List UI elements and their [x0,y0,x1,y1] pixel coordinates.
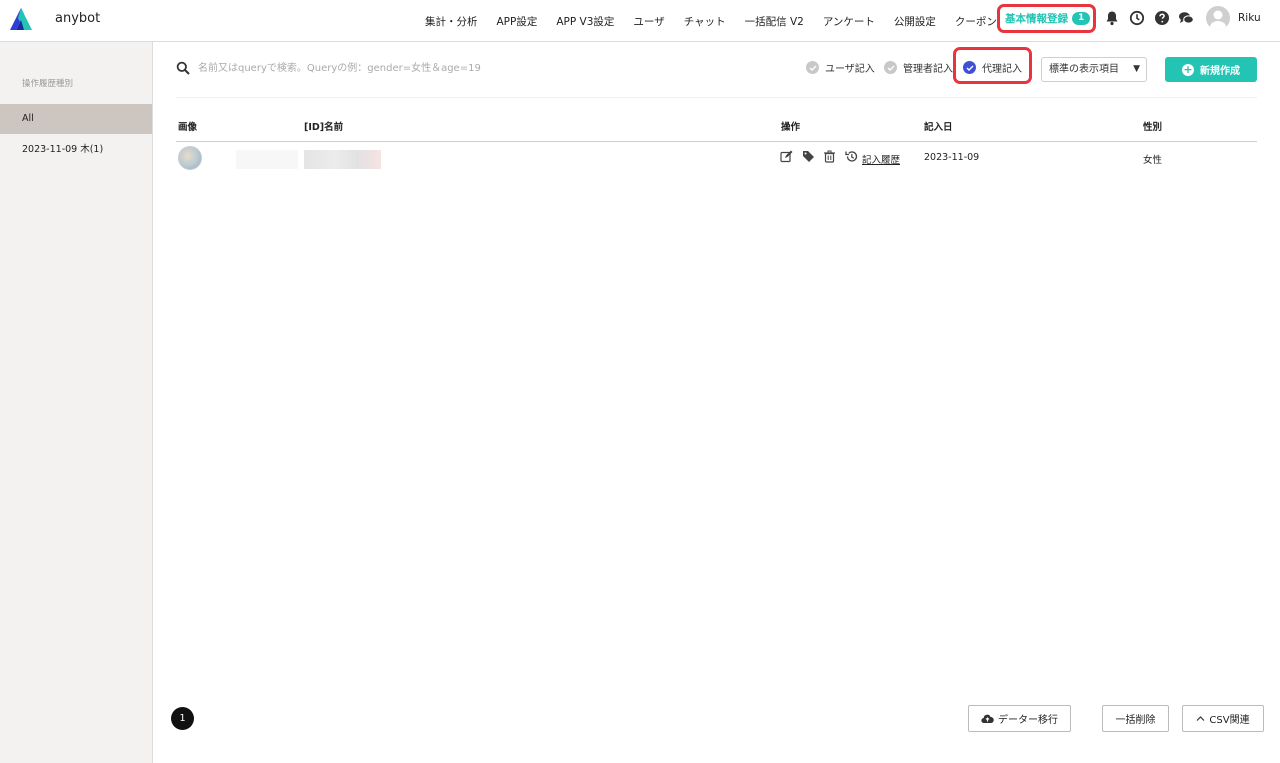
filter-user-entry[interactable]: ユーザ記入 [806,60,875,75]
column-header-name[interactable]: [ID]名前 [304,119,343,133]
nav-item-coupon[interactable]: クーポン [955,14,997,29]
sidebar-heading: 操作履歴種別 [22,79,74,89]
pagination-page-1[interactable]: 1 [171,707,194,730]
search-input[interactable] [198,57,598,79]
help-icon[interactable] [1154,10,1170,26]
bulk-delete-button[interactable]: 一括削除 [1102,705,1169,732]
display-items-select[interactable]: 標準の表示項目 ▼ [1041,57,1147,82]
csv-menu-button[interactable]: CSV関連 [1182,705,1264,732]
nav-item-chat[interactable]: チャット [684,14,726,29]
search-icon [176,61,190,75]
nav-item-app-v3-settings[interactable]: APP V3設定 [556,14,614,29]
divider [176,97,1257,98]
clock-icon[interactable] [1129,10,1145,26]
blurred-name[interactable] [304,150,381,169]
brand-name[interactable]: anybot [55,11,100,26]
csv-menu-label: CSV関連 [1209,715,1250,726]
nav-item-basic-info[interactable]: 基本情報登録 1 [997,4,1096,33]
user-silhouette-icon [1210,10,1226,30]
highlight-annotation [953,47,1032,84]
caret-down-icon: ▼ [1133,64,1140,74]
chevron-up-icon [1196,716,1205,721]
nav-item-bulk-delivery[interactable]: 一括配信 V2 [745,14,804,29]
filter-user-entry-label: ユーザ記入 [825,64,875,75]
data-migrate-button[interactable]: データー移行 [968,705,1071,732]
main-nav: 集計・分析 APP設定 APP V3設定 ユーザ チャット 一括配信 V2 アン… [425,0,1016,42]
bulk-delete-label: 一括削除 [1115,715,1156,726]
nav-item-survey[interactable]: アンケート [823,14,875,29]
sidebar: 操作履歴種別 All 2023-11-09 木(1) [0,42,153,763]
filter-admin-entry[interactable]: 管理者記入 [884,60,953,75]
column-header-image: 画像 [178,122,198,133]
row-entry-date: 2023-11-09 [924,152,980,163]
sidebar-item-date[interactable]: 2023-11-09 木(1) [0,135,152,165]
column-header-operations: 操作 [781,122,801,133]
data-migrate-label: データー移行 [998,715,1058,726]
chat-icon[interactable] [1178,10,1194,26]
column-header-gender[interactable]: 性別 [1143,119,1162,133]
nav-item-app-settings[interactable]: APP設定 [497,14,538,29]
create-new-label: 新規作成 [1200,66,1240,77]
anybot-logo-icon[interactable] [10,8,32,30]
column-header-date[interactable]: 記入日 [924,119,953,133]
user-name[interactable]: Riku [1238,12,1261,24]
blurred-id [236,150,298,169]
filter-admin-entry-label: 管理者記入 [903,64,953,75]
tag-icon[interactable] [802,150,815,163]
trash-icon[interactable] [823,150,836,163]
nav-badge: 1 [1072,12,1091,25]
entry-history-link[interactable]: 記入履歴 [862,152,900,166]
sidebar-item-all[interactable]: All [0,104,152,134]
row-gender: 女性 [1143,155,1163,166]
nav-item-users[interactable]: ユーザ [633,14,664,29]
user-avatar[interactable] [1206,6,1230,30]
row-avatar-image [178,146,202,170]
nav-item-basic-info-label: 基本情報登録 [1005,13,1068,25]
check-circle-icon [806,61,819,74]
check-circle-icon [884,61,897,74]
top-navbar: anybot 集計・分析 APP設定 APP V3設定 ユーザ チャット 一括配… [0,0,1280,42]
create-new-button[interactable]: + 新規作成 [1165,57,1257,82]
nav-item-publish-settings[interactable]: 公開設定 [894,14,936,29]
bell-icon[interactable] [1104,10,1120,26]
cloud-upload-icon [981,714,994,724]
edit-icon[interactable] [780,150,793,163]
history-icon[interactable] [845,150,858,163]
plus-circle-icon: + [1182,62,1194,76]
nav-item-analytics[interactable]: 集計・分析 [425,14,478,29]
display-items-select-value: 標準の表示項目 [1049,64,1119,75]
table-header-divider [176,141,1257,142]
